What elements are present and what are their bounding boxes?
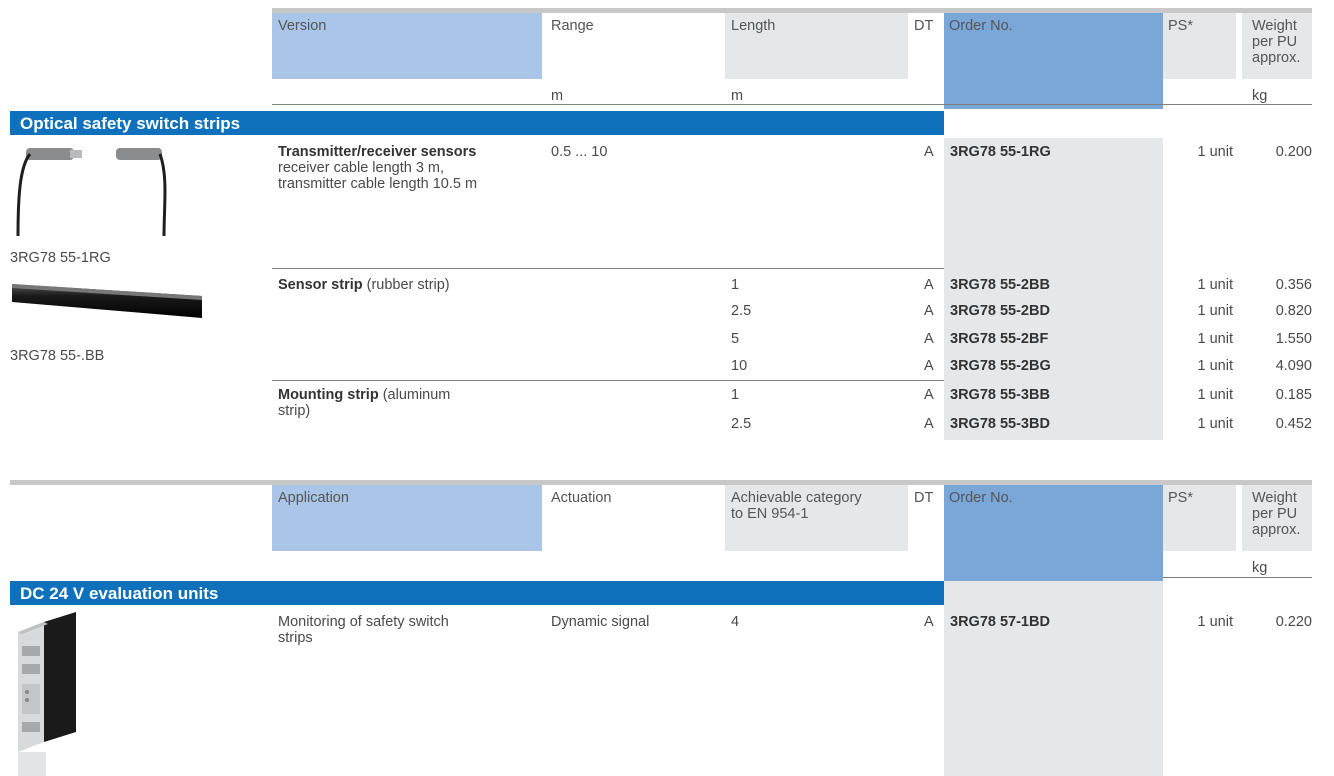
order-no-header: Order No. (949, 18, 1013, 34)
group1-divider (272, 268, 944, 269)
weight2-header-3: approx. (1252, 522, 1301, 538)
group1-line2: receiver cable length 3 m, (278, 160, 445, 176)
group3-ps: 1 unit (1197, 387, 1233, 403)
group3-length: 1 (731, 387, 740, 403)
eval-dt: A (924, 614, 934, 630)
group1-range: 0.5 ... 10 (551, 144, 608, 160)
actuation-header: Actuation (551, 490, 612, 506)
ps-header-2: PS* (1168, 490, 1193, 506)
eval-weight: 0.220 (1275, 614, 1312, 630)
group2-order: 3RG78 55-2BD (950, 303, 1050, 319)
range-unit: m (551, 88, 564, 104)
group3-dt: A (924, 416, 934, 432)
group1-ps: 1 unit (1197, 144, 1233, 160)
group2-row: 2.5 A 3RG78 55-2BD 1 unit 0.820 (0, 303, 1334, 323)
order-no-header-2: Order No. (949, 490, 1013, 506)
weight-header-2: per PU (1252, 34, 1298, 50)
eval-order: 3RG78 57-1BD (950, 614, 1050, 630)
range-header: Range (551, 18, 594, 34)
order-column-bg-2 (944, 581, 1163, 776)
length-unit: m (731, 88, 744, 104)
eval-actuation: Dynamic signal (551, 614, 650, 630)
group2-weight: 0.820 (1275, 303, 1312, 319)
group2-ps: 1 unit (1197, 358, 1233, 374)
sensor-cable-image (12, 146, 172, 238)
group2-ps: 1 unit (1197, 303, 1233, 319)
group3-row: 2.5 A 3RG78 55-3BD 1 unit 0.452 (0, 416, 1334, 436)
group2-row: 1 A 3RG78 55-2BB 1 unit 0.356 (0, 277, 1334, 297)
length-header: Length (731, 18, 776, 34)
group1-weight: 0.200 (1275, 144, 1312, 160)
group2-dt: A (924, 331, 934, 347)
group2-divider (272, 380, 944, 381)
group3-ps: 1 unit (1197, 416, 1233, 432)
section-optical-strips: Optical safety switch strips (10, 111, 944, 135)
group2-length: 10 (731, 358, 748, 374)
group2-order: 3RG78 55-2BG (950, 358, 1051, 374)
group1-order: 3RG78 55-1RG (950, 144, 1051, 160)
application-header: Application (278, 490, 349, 506)
group3-weight: 0.185 (1275, 387, 1312, 403)
group2-weight: 1.550 (1275, 331, 1312, 347)
group2-row: 10 A 3RG78 55-2BG 1 unit 4.090 (0, 358, 1334, 378)
weight-unit: kg (1252, 88, 1268, 104)
eval-category: 4 (731, 614, 740, 630)
group3-order: 3RG78 55-3BD (950, 416, 1050, 432)
ps-header: PS* (1168, 18, 1193, 34)
group1-line3: transmitter cable length 10.5 m (278, 176, 478, 192)
weight-unit-2: kg (1252, 560, 1268, 576)
weight-header-3: approx. (1252, 50, 1301, 66)
group2-length: 1 (731, 277, 740, 293)
group2-weight: 4.090 (1275, 358, 1312, 374)
dt-header-2: DT (914, 490, 934, 506)
group2-ps: 1 unit (1197, 277, 1233, 293)
group2-ps: 1 unit (1197, 331, 1233, 347)
weight2-header-1: Weight (1252, 490, 1297, 506)
group2-row: 5 A 3RG78 55-2BF 1 unit 1.550 (0, 331, 1334, 351)
group1-dt: A (924, 144, 934, 160)
weight2-header-2: per PU (1252, 506, 1298, 522)
group3-order: 3RG78 55-3BB (950, 387, 1050, 403)
group3-length: 2.5 (731, 416, 752, 432)
group3-dt: A (924, 387, 934, 403)
group3-weight: 0.452 (1275, 416, 1312, 432)
group2-order: 3RG78 55-2BB (950, 277, 1050, 293)
group2-order: 3RG78 55-2BF (950, 331, 1049, 347)
eval-ps: 1 unit (1197, 614, 1233, 630)
header2-underline (1163, 577, 1312, 578)
group2-dt: A (924, 358, 934, 374)
category-header-2: to EN 954-1 (731, 506, 809, 522)
group2-length: 2.5 (731, 303, 752, 319)
eval-application-2: strips (278, 630, 313, 646)
evaluation-unit-image (14, 612, 90, 776)
group2-weight: 0.356 (1275, 277, 1312, 293)
image1-label: 3RG78 55-1RG (10, 250, 111, 266)
section-evaluation-units: DC 24 V evaluation units (10, 581, 944, 605)
group2-length: 5 (731, 331, 740, 347)
version-header: Version (278, 18, 327, 34)
category-header-1: Achievable category (731, 490, 862, 506)
dt-header: DT (914, 18, 934, 34)
group3-row: 1 A 3RG78 55-3BB 1 unit 0.185 (0, 387, 1334, 407)
group2-dt: A (924, 303, 934, 319)
header-underline (272, 104, 1312, 105)
group2-dt: A (924, 277, 934, 293)
eval-application-1: Monitoring of safety switch (278, 614, 449, 630)
weight-header-1: Weight (1252, 18, 1297, 34)
group1-title: Transmitter/receiver sensors (278, 144, 477, 160)
